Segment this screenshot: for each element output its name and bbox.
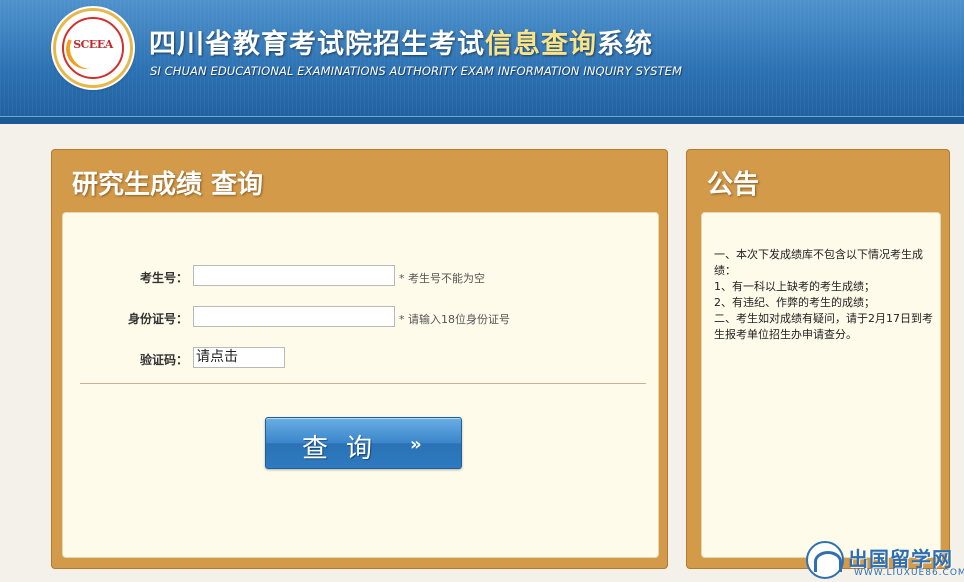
captcha-row: 验证码： 请点击 (63, 347, 658, 371)
query-form: 考生号： * 考生号不能为空 身份证号： * 请输入18位身份证号 验证码： 请… (62, 212, 659, 558)
notice-line: 2、有违纪、作弊的考生的成绩； (714, 296, 875, 309)
query-panel: 研究生成绩 查询 考生号： * 考生号不能为空 身份证号： * 请输入18位身份… (51, 149, 668, 569)
logo-text: SCEEA (73, 38, 113, 51)
form-divider (80, 383, 646, 384)
id-hint: * 请输入18位身份证号 (399, 313, 510, 326)
notice-text: 一、本次下发成绩库不包含以下情况考生成绩： 1、有一科以上缺考的考生成绩； 2、… (714, 247, 934, 343)
site-title-part1: 四川省教育考试院招生考试 (149, 29, 485, 60)
exam-no-label: 考生号： (139, 271, 188, 285)
exam-no-hint: * 考生号不能为空 (399, 272, 485, 285)
notice-line: 一、本次下发成绩库不包含以下情况考生成绩： (714, 248, 923, 277)
site-header: SCEEA 四川省教育考试院招生考试信息查询系统 SI CHUAN EDUCAT… (0, 0, 964, 124)
notice-line: 1、有一科以上缺考的考生成绩； (714, 280, 875, 293)
site-title-highlight: 信息查询 (485, 29, 597, 60)
notice-line: 二、考生如对成绩有疑问，请于2月17日到考生报考单位招生办申请查分。 (714, 312, 933, 341)
double-arrow-icon: » (410, 434, 422, 455)
watermark-logo-icon (806, 541, 844, 579)
query-submit-label: 查询 (302, 434, 391, 464)
exam-no-input[interactable] (193, 265, 395, 286)
sceea-logo: SCEEA (53, 8, 133, 88)
id-number-input[interactable] (193, 306, 395, 327)
site-title: 四川省教育考试院招生考试信息查询系统 (149, 22, 653, 61)
notice-body: 一、本次下发成绩库不包含以下情况考生成绩： 1、有一科以上缺考的考生成绩； 2、… (701, 212, 941, 558)
id-row: 身份证号： * 请输入18位身份证号 (63, 306, 658, 330)
notice-panel-title: 公告 (707, 170, 760, 200)
site-title-part2: 系统 (597, 29, 653, 60)
watermark-sub: WWW.LIUXUE86.COM (854, 568, 964, 578)
query-panel-title: 研究生成绩 查询 (72, 170, 264, 200)
captcha-label: 验证码： (139, 353, 188, 367)
header-strip (0, 116, 964, 124)
id-label: 身份证号： (127, 312, 188, 326)
exam-no-row: 考生号： * 考生号不能为空 (63, 265, 658, 289)
site-watermark: 出国留学网 WWW.LIUXUE86.COM (806, 541, 964, 582)
notice-panel: 公告 一、本次下发成绩库不包含以下情况考生成绩： 1、有一科以上缺考的考生成绩；… (686, 149, 950, 569)
query-submit-button[interactable]: 查询 » (265, 417, 462, 469)
captcha-box[interactable]: 请点击 (193, 347, 285, 368)
site-title-en: SI CHUAN EDUCATIONAL EXAMINATIONS AUTHOR… (150, 64, 683, 78)
